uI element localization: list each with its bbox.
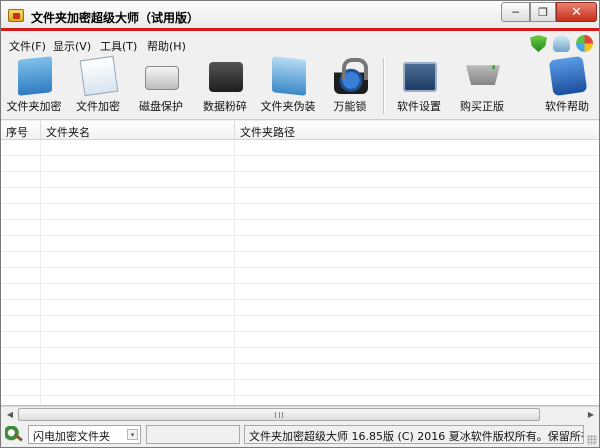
folder-encrypt-button[interactable]: 文件夹加密 [1,54,67,120]
list-header: 序号 文件夹名 文件夹路径 [1,121,599,140]
maximize-button[interactable]: ❐ [530,2,556,22]
file-lock-icon [79,55,119,97]
title-bar[interactable]: 文件夹加密超级大师（试用版） ─ ❐ ✕ [1,1,599,31]
menu-help[interactable]: 帮助(H) [147,38,186,54]
folder-disguise-icon [272,56,306,96]
padlock-icon [334,58,368,94]
menu-tools[interactable]: 工具(T) [100,38,137,54]
buy-button[interactable]: 购买正版 [449,54,515,120]
copyright-text: 文件夹加密超级大师 16.85版 (C) 2016 夏冰软件版权所有。保留所有权… [244,425,584,444]
settings-icon [403,62,437,92]
chevron-down-icon[interactable]: ▾ [127,429,138,440]
help-button[interactable]: 软件帮助 [534,54,600,120]
encrypt-mode-select[interactable]: 闪电加密文件夹 ▾ [28,425,141,444]
scroll-thumb[interactable] [18,408,540,421]
column-header-folder-name[interactable]: 文件夹名 [41,121,235,140]
app-window: 文件夹加密超级大师（试用版） ─ ❐ ✕ 文件(F) 显示(V) 工具(T) 帮… [0,0,600,448]
shield-icon[interactable] [530,35,547,52]
horizontal-scrollbar[interactable]: ◀ ▶ [1,406,599,422]
menu-icon-group [530,35,593,52]
status-bar: 闪电加密文件夹 ▾ 文件夹加密超级大师 16.85版 (C) 2016 夏冰软件… [1,422,599,447]
menu-bar: 文件(F) 显示(V) 工具(T) 帮助(H) [1,34,599,54]
scroll-left-icon[interactable]: ◀ [2,408,18,422]
phone-icon[interactable] [553,35,570,52]
cart-icon [466,65,500,85]
key-icon [5,426,23,443]
shredder-icon [209,62,243,92]
folder-lock-icon [18,56,52,96]
help-icon [548,55,588,97]
column-header-index[interactable]: 序号 [1,121,41,140]
app-folder-lock-icon [8,9,24,22]
minimize-button[interactable]: ─ [501,2,530,22]
encrypt-mode-value: 闪电加密文件夹 [33,430,110,443]
grip-icon [275,412,283,418]
toolbar-label: 软件帮助 [545,100,589,113]
close-button[interactable]: ✕ [556,2,597,22]
resize-grip-icon[interactable] [587,435,597,445]
disk-protect-button[interactable]: 磁盘保护 [128,54,194,120]
list-body[interactable] [1,140,599,405]
toolbar: 文件夹加密 文件加密 磁盘保护 数据粉碎 文件夹伪装 万能锁 软件设置 + 购买… [1,54,599,120]
toolbar-label: 购买正版 [460,100,504,113]
folder-list[interactable]: 序号 文件夹名 文件夹路径 [1,121,599,406]
menu-file[interactable]: 文件(F) [9,38,46,54]
window-title: 文件夹加密超级大师（试用版） [31,11,200,25]
status-panel-empty [146,425,240,444]
universal-lock-button[interactable]: 万能锁 [317,54,383,120]
colors-icon[interactable] [576,35,593,52]
column-header-folder-path[interactable]: 文件夹路径 [235,121,599,140]
disk-icon [145,66,179,90]
scroll-right-icon[interactable]: ▶ [583,408,599,422]
toolbar-label: 万能锁 [333,100,367,113]
menu-view[interactable]: 显示(V) [53,38,91,54]
